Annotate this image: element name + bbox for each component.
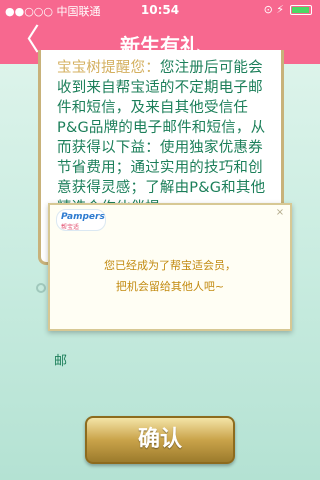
battery-icon	[290, 5, 312, 15]
close-icon[interactable]: ×	[274, 207, 286, 219]
confirm-button[interactable]: 确认	[85, 416, 235, 464]
popup-message-line2: 把机会留给其他人吧~	[115, 280, 225, 293]
status-indicators: ⊙ ⚡	[263, 3, 284, 16]
terms-partial-line: 邮	[54, 354, 68, 369]
pampers-logo: Pampers 帮宝适	[56, 209, 106, 231]
popup-message-line1: 您已经成为了帮宝适会员，	[104, 259, 236, 272]
terms-text: 宝宝树提醒您：您注册后可能会收到来自帮宝适的不定期电子邮件和短信，及来自其他受信…	[57, 58, 271, 218]
terms-body: 您注册后可能会收到来自帮宝适的不定期电子邮件和短信，及来自其他受信任P&G品牌的…	[57, 60, 266, 216]
status-bar: ●●○○○ 中国联通 10:54 ⊙ ⚡	[0, 0, 320, 20]
logo-brand: Pampers	[61, 212, 105, 222]
member-popup: Pampers 帮宝适 × 您已经成为了帮宝适会员， 把机会留给其他人吧~	[48, 203, 292, 331]
reminder-label: 宝宝树提醒您：	[57, 60, 160, 76]
logo-brand-cn: 帮宝适	[61, 224, 80, 231]
radio-circle-icon[interactable]	[36, 283, 46, 293]
